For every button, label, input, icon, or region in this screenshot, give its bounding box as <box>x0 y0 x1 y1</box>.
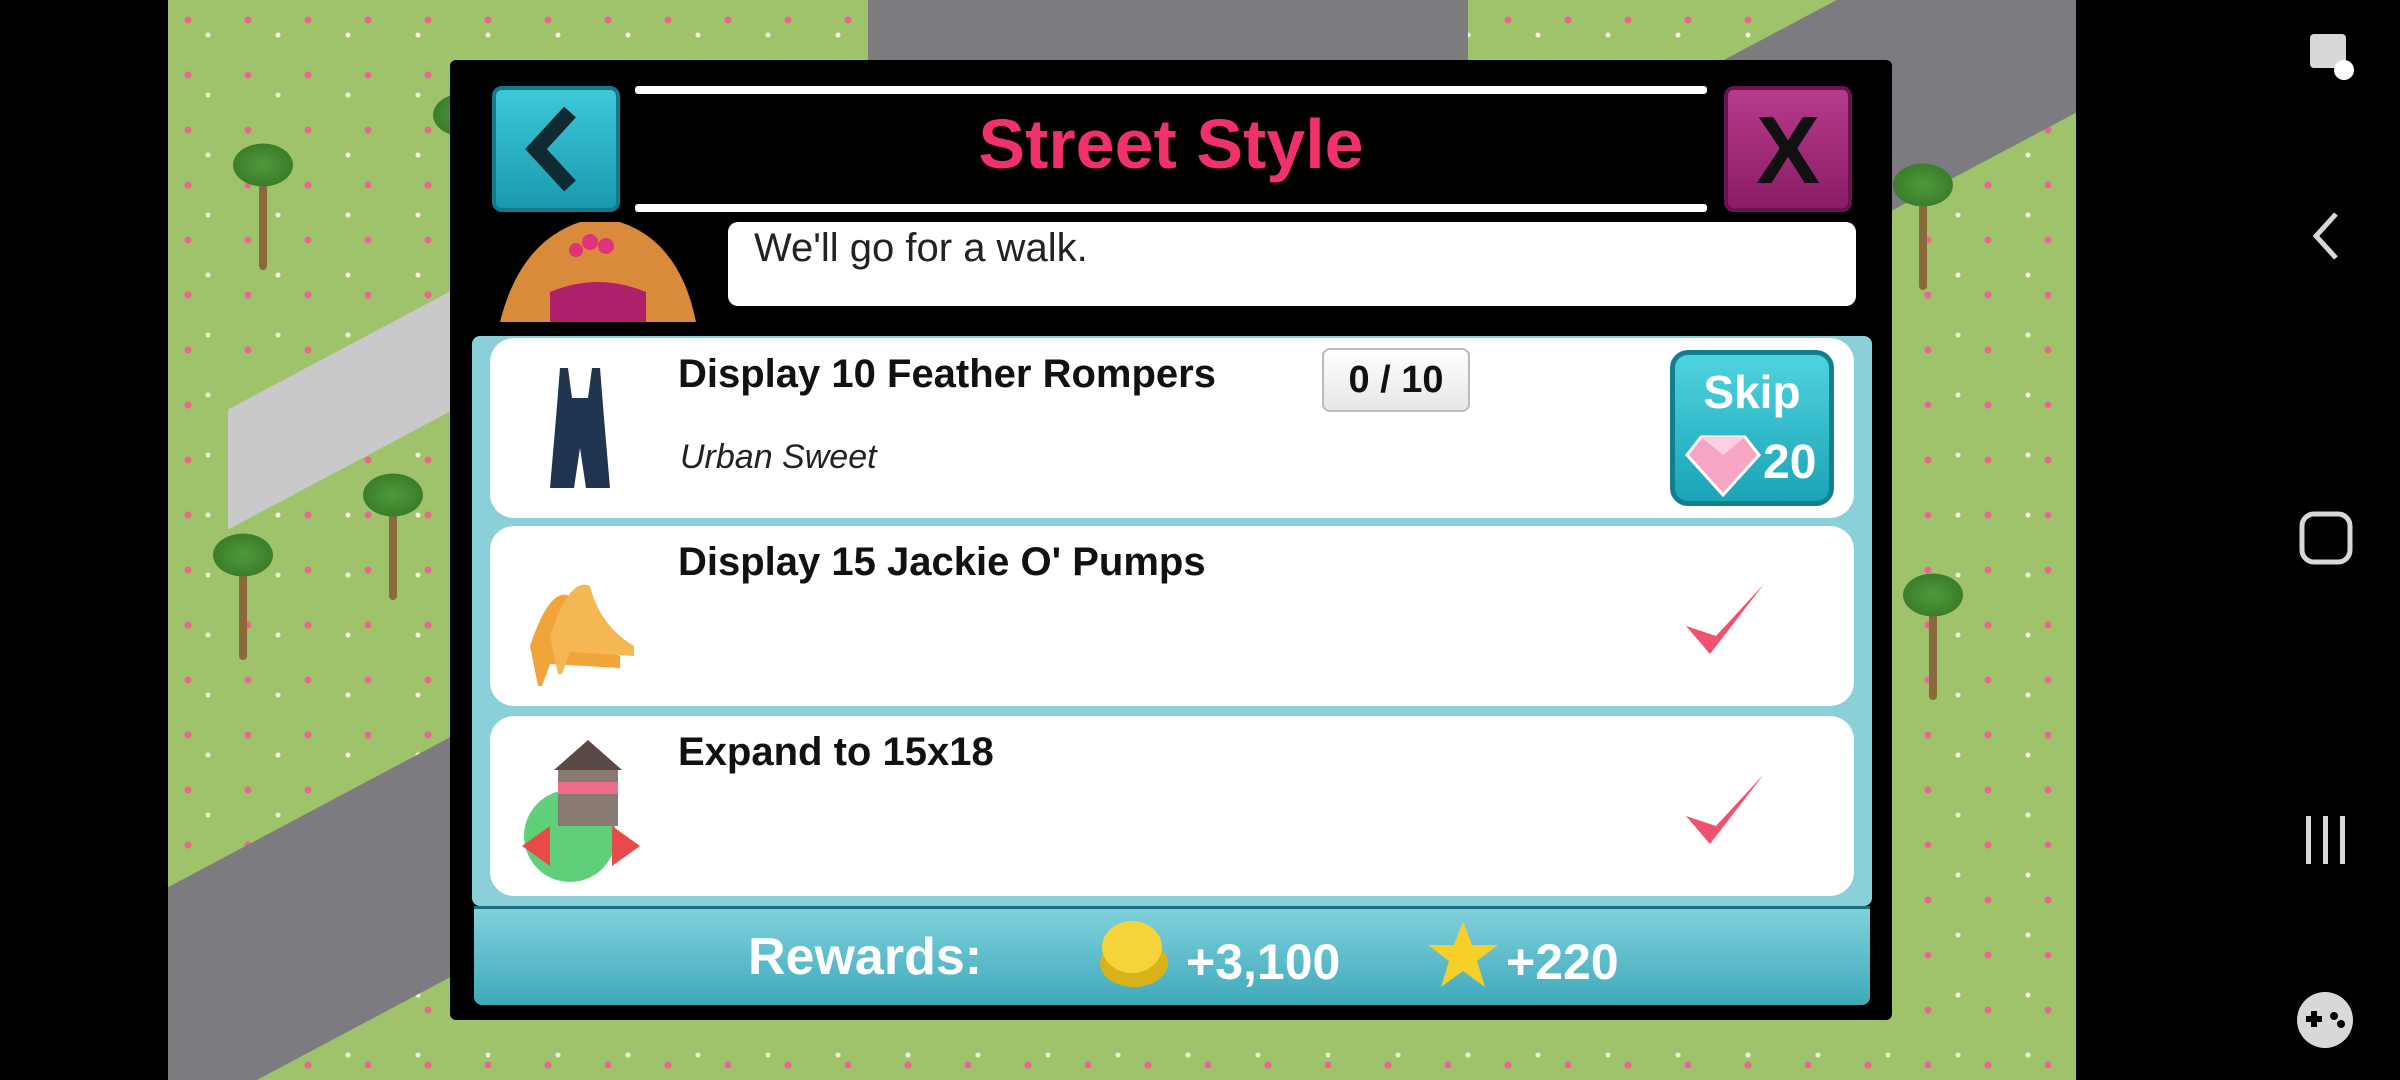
character-avatar <box>480 222 716 322</box>
close-button[interactable]: X <box>1724 86 1852 212</box>
system-nav-bar <box>2076 0 2400 1080</box>
game-tools-icon[interactable] <box>2290 990 2360 1050</box>
title-bar: Street Style <box>635 86 1707 212</box>
crosswalk-road <box>868 0 1468 60</box>
task-title: Expand to 15x18 <box>678 730 994 774</box>
chevron-left-icon <box>525 106 576 192</box>
task-row: Display 10 Feather Rompers Urban Sweet 0… <box>490 338 1854 518</box>
palm-tree <box>358 460 428 610</box>
reward-coins: +3,100 <box>1186 934 1341 990</box>
home-nav-icon[interactable] <box>2296 508 2356 568</box>
palm-tree <box>228 130 298 280</box>
palm-tree <box>1898 560 1968 710</box>
speech-text: We'll go for a walk. <box>754 226 1088 270</box>
recents-nav-icon[interactable] <box>2296 810 2356 870</box>
back-button[interactable] <box>492 86 620 212</box>
palm-tree <box>1888 150 1958 300</box>
skip-button[interactable]: Skip 20 <box>1670 350 1834 506</box>
romper-icon <box>550 368 610 488</box>
gem-icon <box>1685 435 1761 497</box>
coin-icon <box>1100 921 1168 987</box>
close-icon: X <box>1755 97 1821 204</box>
back-nav-icon[interactable] <box>2302 206 2352 266</box>
skip-label: Skip <box>1703 366 1801 418</box>
speech-bubble: We'll go for a walk. <box>728 222 1856 306</box>
title-line-bottom <box>635 204 1707 212</box>
palm-tree <box>208 520 278 670</box>
task-title: Display 10 Feather Rompers <box>678 352 1216 396</box>
task-subtitle: Urban Sweet <box>680 438 877 476</box>
checkmark-icon <box>1686 584 1764 654</box>
skip-cost: 20 <box>1763 436 1817 489</box>
task-progress: 0 / 10 <box>1322 348 1470 412</box>
title-line-top <box>635 86 1707 94</box>
reward-stars: +220 <box>1506 934 1619 990</box>
task-title: Display 15 Jackie O' Pumps <box>678 540 1206 584</box>
star-icon <box>1428 921 1498 987</box>
checkmark-icon <box>1686 774 1764 844</box>
task-row: Display 15 Jackie O' Pumps <box>490 526 1854 706</box>
task-row: Expand to 15x18 <box>490 716 1854 896</box>
rewards-bar: Rewards: +3,100 +220 <box>474 906 1870 1005</box>
expand-store-icon <box>522 740 640 882</box>
dialog-title: Street Style <box>978 105 1364 183</box>
pumps-icon <box>530 584 634 686</box>
rewards-label: Rewards: <box>748 928 983 986</box>
screen-record-icon[interactable] <box>2304 28 2364 88</box>
